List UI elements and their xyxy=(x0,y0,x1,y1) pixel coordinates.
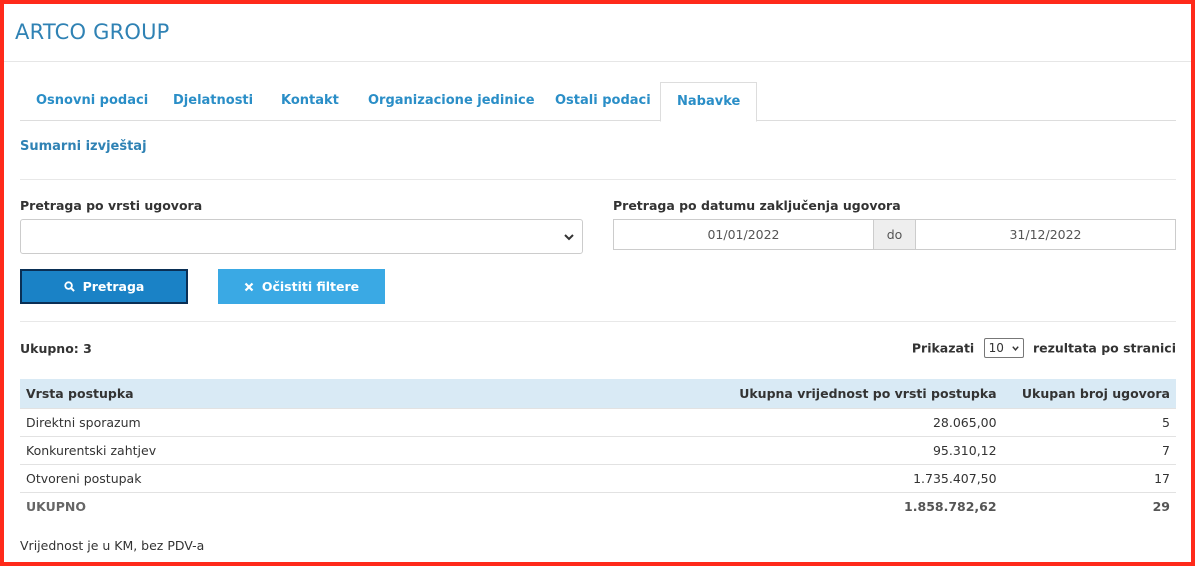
table-cell: Konkurentski zahtjev xyxy=(20,435,483,464)
table-row: Direktni sporazum 28.065,00 5 xyxy=(20,407,1176,436)
divider xyxy=(20,321,1176,322)
per-page-control: Prikazati 10 rezultata po stranici xyxy=(911,338,1176,359)
search-icon xyxy=(63,281,75,292)
table-header-row: Vrsta postupka Ukupna vrijednost po vrst… xyxy=(20,379,1176,408)
tab-ostali-podaci[interactable]: Ostali podaci xyxy=(539,82,667,121)
table-cell: Direktni sporazum xyxy=(20,407,483,436)
tab-djelatnosti[interactable]: Djelatnosti xyxy=(157,82,269,121)
search-button[interactable]: Pretraga xyxy=(20,269,188,304)
clear-filters-button[interactable]: Očistiti filtere xyxy=(218,269,385,304)
date-from-input[interactable]: 01/01/2022 xyxy=(613,219,874,250)
divider xyxy=(20,179,1176,180)
per-page-suffix: rezultata po stranici xyxy=(1032,340,1176,356)
date-range-label: Pretraga po datumu zaključenja ugovora xyxy=(613,198,901,213)
column-header[interactable]: Vrsta postupka xyxy=(20,379,483,408)
results-total: Ukupno: 3 xyxy=(20,341,92,356)
tab-bar: Osnovni podaci Djelatnosti Kontakt Organ… xyxy=(20,82,1176,122)
table-summary-row: UKUPNO 1.858.782,62 29 xyxy=(20,491,1176,520)
date-separator: do xyxy=(874,219,915,250)
table-cell: 5 xyxy=(1002,407,1176,436)
table-cell: Otvoreni postupak xyxy=(20,463,483,492)
brand-title: ARTCO GROUP xyxy=(15,20,170,44)
table-row: Konkurentski zahtjev 95.310,12 7 xyxy=(20,435,1176,464)
section-title: Sumarni izvještaj xyxy=(20,139,147,154)
tab-kontakt[interactable]: Kontakt xyxy=(265,82,355,121)
table-cell: 7 xyxy=(1002,435,1176,464)
column-header[interactable]: Ukupan broj ugovora xyxy=(1002,379,1176,408)
per-page-select[interactable]: 10 xyxy=(983,338,1024,358)
tab-organizacione-jedinice[interactable]: Organizacione jedinice xyxy=(352,82,551,121)
chevron-down-icon xyxy=(1011,346,1019,351)
table-row: Otvoreni postupak 1.735.407,50 17 xyxy=(20,463,1176,492)
summary-table: Vrsta postupka Ukupna vrijednost po vrst… xyxy=(20,379,1176,520)
tab-nabavke[interactable]: Nabavke xyxy=(660,82,758,122)
contract-type-label: Pretraga po vrsti ugovora xyxy=(20,198,203,213)
table-cell: 28.065,00 xyxy=(482,407,1003,436)
contract-type-select[interactable] xyxy=(20,219,583,254)
per-page-prefix: Prikazati xyxy=(911,340,975,356)
clear-filters-label: Očistiti filtere xyxy=(261,279,360,294)
search-button-label: Pretraga xyxy=(82,279,145,294)
table-cell: 95.310,12 xyxy=(482,435,1003,464)
table-cell: UKUPNO xyxy=(20,491,483,520)
currency-note: Vrijednost je u KM, bez PDV-a xyxy=(20,538,205,553)
per-page-value: 10 xyxy=(988,341,1004,355)
table-cell: 17 xyxy=(1002,463,1176,492)
date-to-input[interactable]: 31/12/2022 xyxy=(915,219,1176,250)
column-header[interactable]: Ukupna vrijednost po vrsti postupka xyxy=(482,379,1003,408)
page-header: ARTCO GROUP xyxy=(4,4,1191,62)
chevron-down-icon xyxy=(564,234,574,241)
table-cell: 29 xyxy=(1002,491,1176,520)
close-icon xyxy=(244,282,254,291)
table-cell: 1.858.782,62 xyxy=(482,491,1003,520)
tab-osnovni-podaci[interactable]: Osnovni podaci xyxy=(20,82,164,121)
table-cell: 1.735.407,50 xyxy=(482,463,1003,492)
